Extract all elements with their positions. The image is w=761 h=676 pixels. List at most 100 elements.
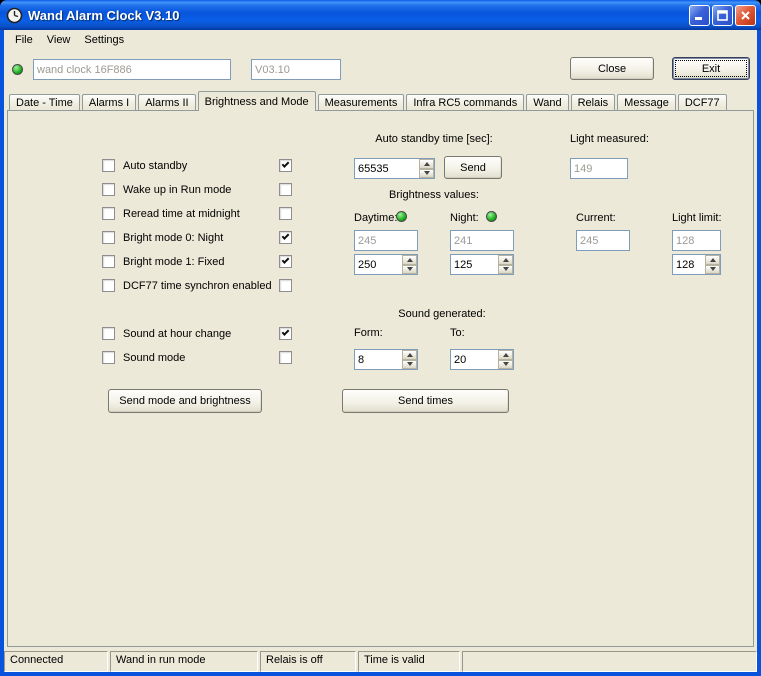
tab-alarms-2[interactable]: Alarms II xyxy=(138,94,196,111)
mode-row: DCF77 time synchron enabled xyxy=(102,278,402,294)
auto-standby-time-spinner xyxy=(354,158,435,179)
maximize-icon xyxy=(717,9,728,21)
titlebar-close-button[interactable] xyxy=(735,4,756,26)
arrow-up-icon xyxy=(423,161,430,166)
sound-from-input[interactable] xyxy=(355,350,402,369)
check-icon xyxy=(281,232,290,240)
sound-from-label: Form: xyxy=(354,327,383,339)
minimize-button[interactable] xyxy=(689,4,710,26)
sound-generated-heading: Sound generated: xyxy=(398,308,486,320)
arrow-up-icon xyxy=(709,257,716,262)
spin-down-button[interactable] xyxy=(498,264,513,274)
status-connection: Connected xyxy=(4,651,108,672)
sound-to-input[interactable] xyxy=(451,350,498,369)
bright-mode-1-state-checkbox[interactable] xyxy=(279,255,292,268)
daytime-label: Daytime: xyxy=(354,212,398,224)
light-measured-label: Light measured: xyxy=(570,133,649,145)
daytime-brightness-spinner xyxy=(354,254,418,275)
auto-standby-time-label: Auto standby time [sec]: xyxy=(375,133,493,145)
spin-up-button[interactable] xyxy=(419,159,434,169)
menu-file[interactable]: File xyxy=(8,32,40,48)
arrow-up-icon xyxy=(502,257,509,262)
bright-mode-0-state-checkbox[interactable] xyxy=(279,231,292,244)
titlebar[interactable]: Wand Alarm Clock V3.10 xyxy=(0,0,761,30)
bright-mode-1-left-checkbox[interactable] xyxy=(102,255,115,268)
sound-mode-left-checkbox[interactable] xyxy=(102,351,115,364)
sound-mode-state-checkbox[interactable] xyxy=(279,351,292,364)
tab-message[interactable]: Message xyxy=(617,94,676,111)
menubar: File View Settings xyxy=(4,30,757,50)
tab-relais[interactable]: Relais xyxy=(570,94,616,111)
sound-from-spinner xyxy=(354,349,418,370)
spin-up-button[interactable] xyxy=(498,255,513,265)
status-run-mode: Wand in run mode xyxy=(110,651,258,672)
menu-view[interactable]: View xyxy=(40,32,78,48)
dcf77-synchron-left-checkbox[interactable] xyxy=(102,279,115,292)
daytime-brightness-input[interactable] xyxy=(355,255,402,274)
status-time: Time is valid xyxy=(358,651,460,672)
auto-standby-state-checkbox[interactable] xyxy=(279,159,292,172)
exit-button[interactable]: Exit xyxy=(672,57,750,80)
spin-down-button[interactable] xyxy=(402,359,417,369)
spin-up-button[interactable] xyxy=(402,350,417,360)
dcf77-synchron-state-checkbox[interactable] xyxy=(279,279,292,292)
connection-led xyxy=(12,64,23,75)
send-standby-button[interactable]: Send xyxy=(444,156,502,179)
tab-infra-rc5-commands[interactable]: Infra RC5 commands xyxy=(406,94,525,111)
spin-up-button[interactable] xyxy=(705,255,720,265)
light-limit-label: Light limit: xyxy=(672,212,722,224)
spin-up-button[interactable] xyxy=(498,350,513,360)
dcf77-synchron-label: DCF77 time synchron enabled xyxy=(123,280,272,292)
spin-down-button[interactable] xyxy=(498,359,513,369)
check-icon xyxy=(281,160,290,168)
arrow-down-icon xyxy=(406,362,413,367)
current-brightness-field xyxy=(576,230,630,251)
check-icon xyxy=(281,328,290,336)
arrow-up-icon xyxy=(502,352,509,357)
sound-mode-label: Sound mode xyxy=(123,352,186,364)
bright-mode-0-label: Bright mode 0: Night xyxy=(123,232,224,244)
auto-standby-time-input[interactable] xyxy=(355,159,419,178)
send-times-button[interactable]: Send times xyxy=(342,389,509,413)
spin-up-button[interactable] xyxy=(402,255,417,265)
spin-down-button[interactable] xyxy=(419,168,434,178)
bright-mode-1-label: Bright mode 1: Fixed xyxy=(123,256,225,268)
client-area: File View Settings Close Exit Date - Tim… xyxy=(4,30,757,672)
device-name-field xyxy=(33,59,231,80)
menu-settings[interactable]: Settings xyxy=(77,32,131,48)
night-brightness-spinner xyxy=(450,254,514,275)
arrow-up-icon xyxy=(406,257,413,262)
brightness-values-heading: Brightness values: xyxy=(389,189,479,201)
maximize-button[interactable] xyxy=(712,4,733,26)
spin-down-button[interactable] xyxy=(402,264,417,274)
reread-time-left-checkbox[interactable] xyxy=(102,207,115,220)
wake-up-left-checkbox[interactable] xyxy=(102,183,115,196)
window-title: Wand Alarm Clock V3.10 xyxy=(28,7,180,23)
tab-dcf77[interactable]: DCF77 xyxy=(677,94,727,111)
reread-time-state-checkbox[interactable] xyxy=(279,207,292,220)
minimize-icon xyxy=(695,16,702,20)
night-brightness-input[interactable] xyxy=(451,255,498,274)
tab-brightness-and-mode[interactable]: Brightness and Mode xyxy=(197,91,316,111)
version-field xyxy=(251,59,341,80)
tab-date-time[interactable]: Date - Time xyxy=(9,94,80,111)
spin-down-button[interactable] xyxy=(705,264,720,274)
light-limit-current-field xyxy=(672,230,721,251)
sound-hour-change-left-checkbox[interactable] xyxy=(102,327,115,340)
auto-standby-left-checkbox[interactable] xyxy=(102,159,115,172)
bright-mode-0-left-checkbox[interactable] xyxy=(102,231,115,244)
sound-hour-change-state-checkbox[interactable] xyxy=(279,327,292,340)
wake-up-state-checkbox[interactable] xyxy=(279,183,292,196)
sound-to-spinner xyxy=(450,349,514,370)
send-mode-and-brightness-button[interactable]: Send mode and brightness xyxy=(108,389,262,413)
tab-wand[interactable]: Wand xyxy=(526,94,569,111)
light-limit-input[interactable] xyxy=(673,255,705,274)
close-icon xyxy=(741,10,750,20)
night-current-field xyxy=(450,230,514,251)
tab-alarms-1[interactable]: Alarms I xyxy=(81,94,137,111)
close-button[interactable]: Close xyxy=(570,57,654,80)
tab-measurements[interactable]: Measurements xyxy=(317,94,405,111)
light-measured-field xyxy=(570,158,628,179)
daytime-current-field xyxy=(354,230,418,251)
brightness-mode-panel: Auto standby Wake up in Run mode Reread … xyxy=(7,110,754,647)
